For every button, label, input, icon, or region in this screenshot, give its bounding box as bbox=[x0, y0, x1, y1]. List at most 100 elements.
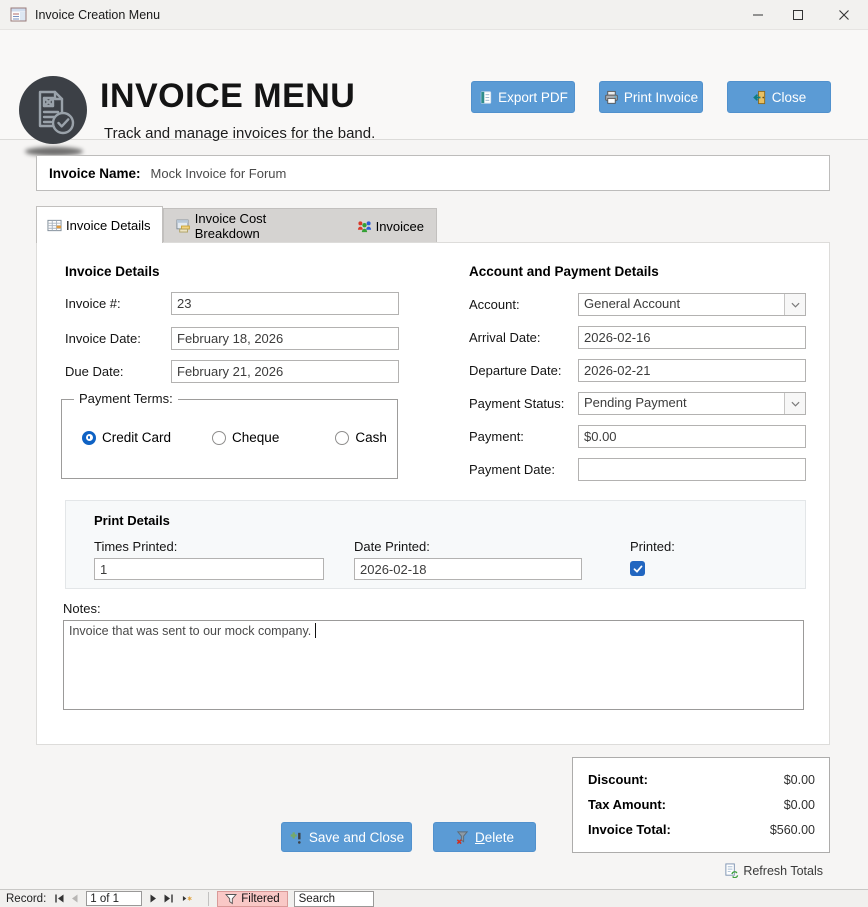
departure-date-input[interactable] bbox=[578, 359, 806, 382]
account-select[interactable]: General Account bbox=[578, 293, 806, 316]
print-invoice-button[interactable]: Print Invoice bbox=[599, 81, 703, 113]
date-printed-label: Date Printed: bbox=[354, 539, 430, 554]
datasheet-icon bbox=[47, 218, 62, 233]
notebook-icon bbox=[478, 90, 493, 105]
printed-checkbox[interactable] bbox=[630, 561, 645, 576]
record-position: 1 of 1 bbox=[90, 893, 119, 905]
tab-invoicee[interactable]: Invoicee bbox=[345, 209, 436, 243]
print-invoice-label: Print Invoice bbox=[624, 90, 698, 105]
record-navigation-bar: Record: 1 of 1 Filtered bbox=[0, 889, 868, 907]
radio-cheque[interactable]: Cheque bbox=[212, 430, 279, 445]
new-record-icon bbox=[182, 893, 193, 904]
tab-label: Invoice Cost Breakdown bbox=[195, 211, 333, 241]
invoice-total-value: $560.00 bbox=[770, 823, 815, 837]
save-and-close-label: Save and Close bbox=[309, 830, 404, 845]
save-and-close-button[interactable]: Save and Close bbox=[281, 822, 412, 852]
invoice-total-row: Invoice Total: $560.00 bbox=[588, 822, 815, 837]
due-date-label: Due Date: bbox=[65, 364, 124, 379]
invoice-name-label: Invoice Name: bbox=[49, 166, 141, 181]
refresh-icon bbox=[724, 863, 739, 878]
delete-filter-icon bbox=[455, 830, 470, 845]
previous-record-button[interactable] bbox=[67, 892, 82, 906]
payment-date-label: Payment Date: bbox=[469, 462, 555, 477]
window-title: Invoice Creation Menu bbox=[35, 8, 160, 22]
tab-invoice-details[interactable]: Invoice Details bbox=[36, 206, 163, 243]
page-subtitle: Track and manage invoices for the band. bbox=[104, 125, 375, 142]
times-printed-label: Times Printed: bbox=[94, 539, 177, 554]
radio-unselected-icon bbox=[335, 431, 349, 445]
check-icon bbox=[633, 564, 643, 574]
funnel-icon bbox=[225, 893, 237, 905]
minimize-button[interactable] bbox=[742, 0, 774, 29]
print-details-heading: Print Details bbox=[94, 513, 170, 528]
invoice-details-panel: Invoice Details Invoice #: Invoice Date:… bbox=[36, 242, 830, 745]
close-form-button[interactable]: Close bbox=[727, 81, 831, 113]
next-record-button[interactable] bbox=[146, 892, 161, 906]
new-record-button[interactable] bbox=[176, 892, 198, 906]
record-position-box[interactable]: 1 of 1 bbox=[86, 891, 142, 906]
invoice-number-label: Invoice #: bbox=[65, 296, 121, 311]
radio-label: Cash bbox=[355, 430, 387, 445]
account-label: Account: bbox=[469, 297, 520, 312]
previous-record-icon bbox=[69, 893, 80, 904]
save-plus-icon bbox=[289, 830, 304, 845]
first-record-button[interactable] bbox=[52, 892, 67, 906]
last-record-icon bbox=[163, 893, 174, 904]
printer-icon bbox=[604, 90, 619, 105]
tax-label: Tax Amount: bbox=[588, 797, 666, 812]
due-date-input[interactable] bbox=[171, 360, 399, 383]
export-pdf-label: Export PDF bbox=[498, 90, 568, 105]
radio-selected-icon bbox=[82, 431, 96, 445]
notes-label: Notes: bbox=[63, 601, 101, 616]
totals-summary: Discount: $0.00 Tax Amount: $0.00 Invoic… bbox=[572, 757, 830, 853]
invoice-number-input[interactable] bbox=[171, 292, 399, 315]
discount-value: $0.00 bbox=[784, 773, 815, 787]
page-title: INVOICE MENU bbox=[100, 77, 355, 116]
stacked-forms-icon bbox=[176, 219, 191, 234]
discount-label: Discount: bbox=[588, 772, 648, 787]
nav-separator bbox=[208, 892, 209, 906]
refresh-totals-button[interactable]: Refresh Totals bbox=[724, 862, 823, 879]
payment-terms-group: Payment Terms: Credit Card Cheque Cash bbox=[61, 399, 398, 479]
payment-date-input[interactable] bbox=[578, 458, 806, 481]
radio-cash[interactable]: Cash bbox=[335, 430, 387, 445]
refresh-totals-label: Refresh Totals bbox=[743, 864, 823, 878]
form-header: INVOICE MENU Track and manage invoices f… bbox=[0, 30, 868, 140]
invoice-date-input[interactable] bbox=[171, 327, 399, 350]
date-printed-input[interactable] bbox=[354, 558, 582, 580]
radio-label: Credit Card bbox=[102, 430, 171, 445]
window-titlebar: Invoice Creation Menu bbox=[0, 0, 868, 30]
record-label: Record: bbox=[6, 893, 46, 905]
export-pdf-button[interactable]: Export PDF bbox=[471, 81, 575, 113]
chevron-down-icon bbox=[784, 393, 805, 414]
notes-textarea[interactable]: Invoice that was sent to our mock compan… bbox=[63, 620, 804, 710]
tab-invoice-cost-breakdown[interactable]: Invoice Cost Breakdown bbox=[164, 209, 345, 243]
arrival-date-input[interactable] bbox=[578, 326, 806, 349]
maximize-icon bbox=[792, 9, 804, 21]
last-record-button[interactable] bbox=[161, 892, 176, 906]
tax-value: $0.00 bbox=[784, 798, 815, 812]
maximize-button[interactable] bbox=[782, 0, 814, 29]
minimize-icon bbox=[752, 9, 764, 21]
payment-label: Payment: bbox=[469, 429, 524, 444]
printed-label: Printed: bbox=[630, 539, 675, 554]
payment-terms-legend: Payment Terms: bbox=[74, 391, 178, 406]
payment-input[interactable] bbox=[578, 425, 806, 448]
filtered-button[interactable]: Filtered bbox=[217, 891, 287, 907]
invoice-date-label: Invoice Date: bbox=[65, 331, 141, 346]
tab-strip: Invoice Cost Breakdown Invoicee bbox=[163, 208, 437, 243]
close-window-button[interactable] bbox=[828, 0, 860, 29]
search-input[interactable] bbox=[294, 891, 374, 907]
departure-date-label: Departure Date: bbox=[469, 363, 562, 378]
radio-unselected-icon bbox=[212, 431, 226, 445]
invoice-name-field[interactable]: Invoice Name: Mock Invoice for Forum bbox=[36, 155, 830, 191]
delete-button[interactable]: Delete bbox=[433, 822, 536, 852]
payment-status-select[interactable]: Pending Payment bbox=[578, 392, 806, 415]
account-value: General Account bbox=[579, 294, 784, 315]
radio-credit-card[interactable]: Credit Card bbox=[82, 430, 171, 445]
times-printed-input[interactable] bbox=[94, 558, 324, 580]
payment-status-value: Pending Payment bbox=[579, 393, 784, 414]
arrival-date-label: Arrival Date: bbox=[469, 330, 541, 345]
tax-row: Tax Amount: $0.00 bbox=[588, 797, 815, 812]
account-payment-heading: Account and Payment Details bbox=[469, 264, 659, 279]
